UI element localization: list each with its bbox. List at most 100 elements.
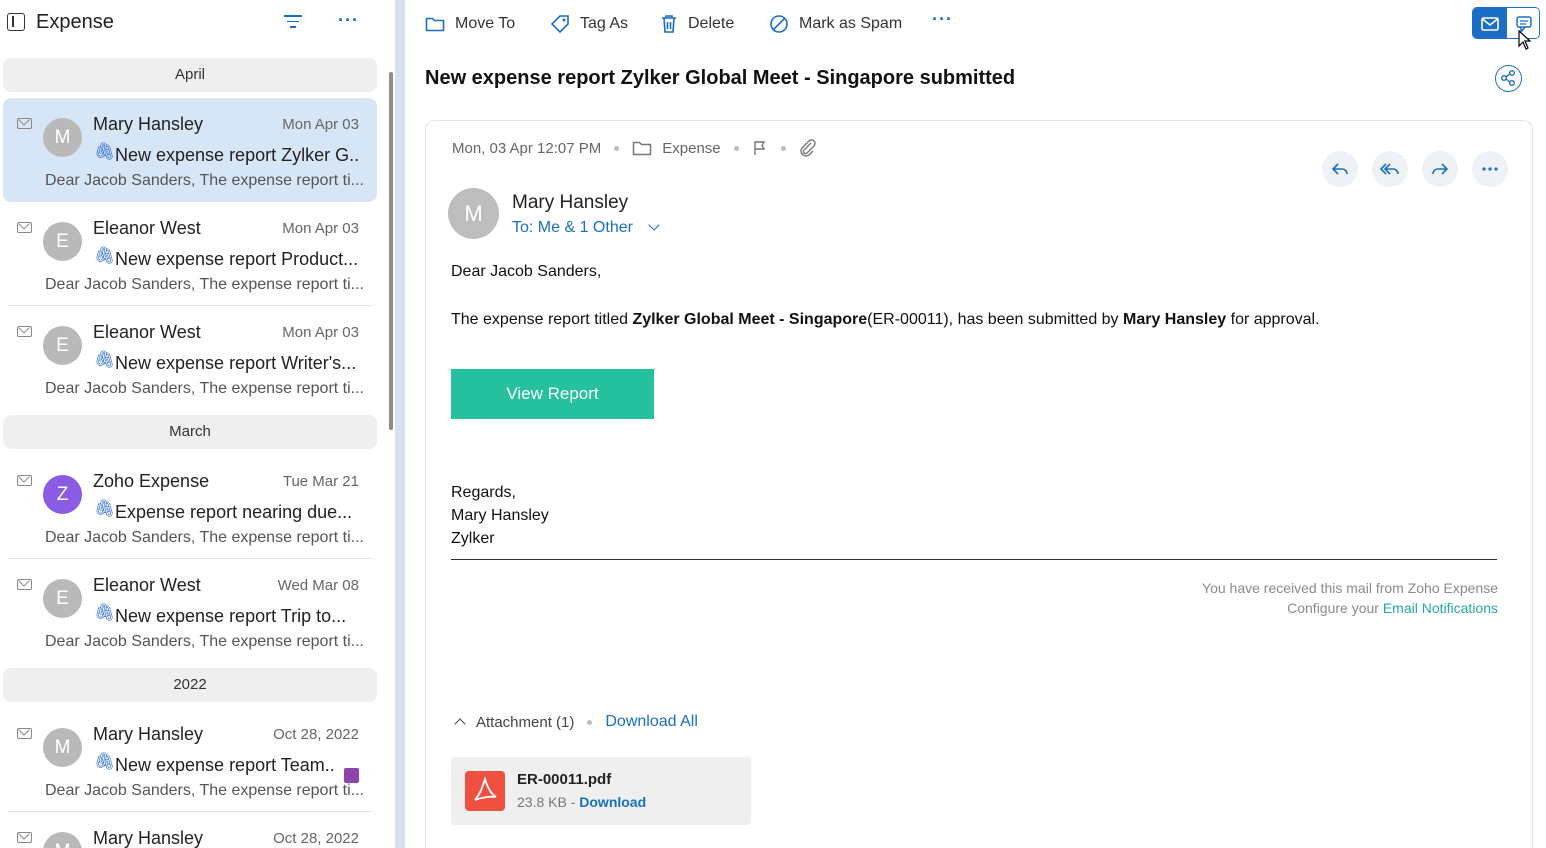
mail-date: Oct 28, 2022 [273,830,359,847]
mail-subject: New expense report Trip to... [115,606,347,626]
attachment-meta: 23.8 KB - Download [517,794,646,810]
mouse-cursor-icon [1518,30,1532,50]
mail-preview: Dear Jacob Sanders, The expense report t… [45,782,364,799]
mail-subject: New expense report Zylker G... [115,145,360,165]
view-report-button[interactable]: View Report [451,369,654,419]
attachment-icon: 🖇 [94,752,116,771]
more-icon [1482,167,1498,171]
filter-icon[interactable] [284,15,302,31]
envelope-icon [17,832,32,843]
envelope-icon [17,728,32,739]
group-header-april: April [3,58,377,92]
delete-button[interactable]: Delete [660,12,734,36]
avatar: E [43,326,82,365]
message-folder[interactable]: Expense [662,140,720,157]
mail-sender: Mary Hansley [93,114,204,134]
body-text-end: for approval. [1226,311,1320,328]
sender-avatar[interactable]: M [448,188,499,239]
mail-preview: Dear Jacob Sanders, The expense report t… [45,172,364,189]
mail-subject: New expense report Team... [115,755,335,775]
reply-all-button[interactable] [1372,151,1408,187]
greeting: Dear Jacob Sanders, [451,263,602,280]
share-button[interactable] [1495,65,1522,92]
mail-sender: Zoho Expense [93,471,210,491]
attachment-filename[interactable]: ER-00011.pdf [517,771,611,788]
trash-icon [662,15,676,33]
mail-item[interactable]: M Mary Hansley Oct 28, 2022 🖇 New expens… [3,708,377,812]
body-text-start: The expense report titled [451,311,633,328]
attachment-card[interactable]: ER-00011.pdf 23.8 KB - Download [451,757,751,825]
meta-separator [733,145,739,151]
mail-item[interactable]: E Eleanor West Mon Apr 03 🖇 New expense … [3,306,377,410]
signature-name: Mary Hansley [451,507,549,524]
attachment-count[interactable]: Attachment (1) [476,714,574,731]
folder-icon [633,141,652,156]
mail-item[interactable]: E Eleanor West Wed Mar 08 🖇 New expense … [3,559,377,663]
avatar: M [43,118,82,157]
download-all-link[interactable]: Download All [605,713,698,731]
mail-preview: Dear Jacob Sanders, The expense report t… [45,633,364,650]
avatar: E [43,222,82,261]
envelope-icon [17,222,32,233]
attachment-icon: 🖇 [94,246,116,265]
chevron-up-icon[interactable] [454,718,466,730]
move-to-button[interactable]: Move To [425,12,515,36]
mail-date: Mon Apr 03 [282,220,359,237]
mail-date: Mon Apr 03 [282,324,359,341]
sidebar-toggle-icon[interactable] [7,13,25,31]
mail-date: Mon Apr 03 [282,116,359,133]
envelope-icon [17,118,32,129]
mail-sender: Eleanor West [93,575,201,595]
signature-company: Zylker [451,530,495,547]
message-body: The expense report titled Zylker Global … [451,311,1320,329]
footer-note: You have received this mail from Zoho Ex… [1202,580,1498,596]
reading-pane: Move To Tag As Delete Mark as Spam ··· N… [405,0,1546,848]
message-meta: Mon, 03 Apr 12:07 PM Expense [452,137,817,159]
mark-spam-button[interactable]: Mark as Spam [769,12,902,36]
mail-date: Oct 28, 2022 [273,726,359,743]
delete-label: Delete [688,15,735,32]
attachment-download-link[interactable]: Download [579,794,646,810]
mail-item[interactable]: Z Zoho Expense Tue Mar 21 🖇 Expense repo… [3,455,377,559]
sender-name[interactable]: Mary Hansley [512,192,628,214]
signature-regards: Regards, [451,484,516,501]
flag-icon[interactable] [752,140,768,156]
submitter-name: Mary Hansley [1123,311,1227,328]
forward-button[interactable] [1422,151,1458,187]
footer-configure: Configure your Email Notifications [1287,600,1498,616]
mail-subject: New expense report Writer's... [115,353,357,373]
mail-item[interactable]: E Eleanor West Mon Apr 03 🖇 New expense … [3,202,377,306]
email-notifications-link[interactable]: Email Notifications [1383,600,1498,616]
envelope-icon [17,579,32,590]
mail-preview: Dear Jacob Sanders, The expense report t… [45,529,364,546]
mail-icon [1481,17,1499,31]
tag-as-button[interactable]: Tag As [550,12,628,36]
chevron-down-icon[interactable] [648,219,660,231]
reply-icon [1331,163,1348,175]
message-datetime: Mon, 03 Apr 12:07 PM [452,139,602,157]
reply-button[interactable] [1322,151,1358,187]
report-id-text: (ER-00011), has been submitted by [867,311,1123,328]
avatar: E [43,579,82,618]
message-more-button[interactable] [1472,151,1508,187]
mail-view-button[interactable] [1473,8,1507,38]
pane-splitter[interactable] [395,0,405,848]
avatar: Z [43,475,82,514]
attachment-icon[interactable] [799,139,817,157]
attachment-icon: 🖇 [94,350,116,369]
tag-as-label: Tag As [580,15,629,32]
list-scrollbar[interactable] [389,72,393,430]
mail-item[interactable]: M Mary Hansley Oct 28, 2022 [3,812,377,848]
spam-icon [770,15,788,33]
avatar: M [43,728,82,767]
recipients-toggle[interactable]: To: Me & 1 Other [512,219,633,237]
toolbar-more-icon[interactable]: ··· [932,9,953,30]
forward-icon [1432,163,1449,175]
mail-item[interactable]: M Mary Hansley Mon Apr 03 🖇 New expense … [3,98,377,202]
envelope-icon [17,326,32,337]
divider [451,559,1497,560]
list-more-icon[interactable]: ··· [338,10,359,31]
mail-sender: Eleanor West [93,218,201,238]
attachment-icon: 🖇 [94,142,116,161]
meta-separator [587,719,593,725]
